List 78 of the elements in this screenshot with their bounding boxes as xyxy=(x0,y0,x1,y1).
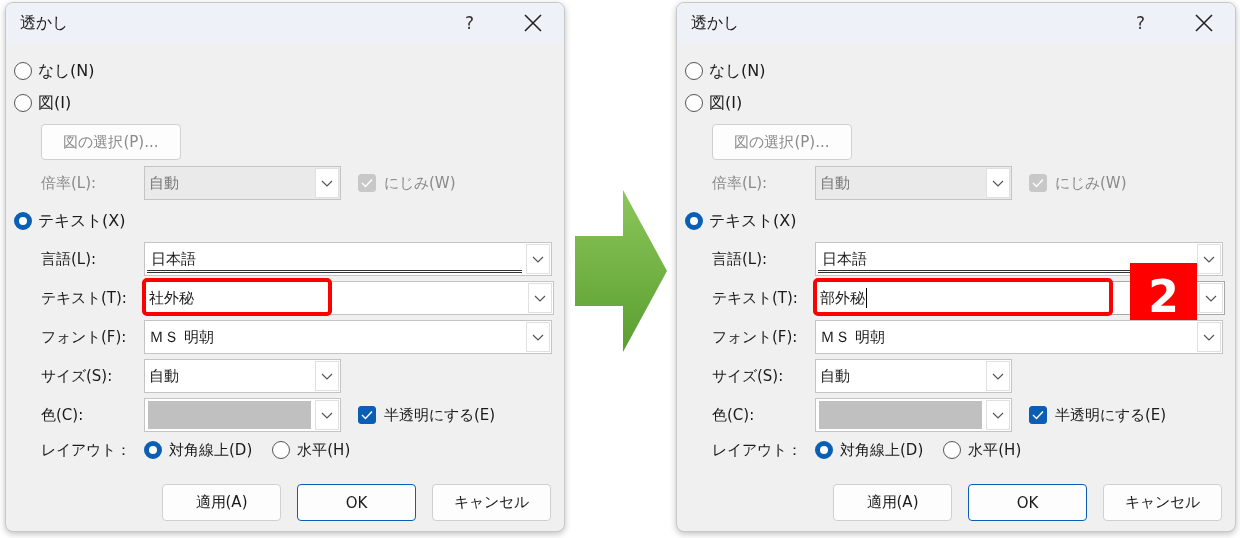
radio-label: 図(I) xyxy=(709,92,743,114)
size-dropdown[interactable]: 自動 xyxy=(815,359,1012,393)
dialog-button[interactable]: キャンセル xyxy=(1103,484,1222,521)
size-dropdown[interactable]: 自動 xyxy=(144,359,341,393)
checkmark-icon xyxy=(1032,178,1044,188)
help-button[interactable]: ? xyxy=(1135,13,1145,33)
radio-button[interactable] xyxy=(14,62,32,80)
field-label: 倍率(L): xyxy=(41,173,98,193)
dialog-button[interactable]: OK xyxy=(297,484,416,521)
language-dropdown[interactable]: 日本語 xyxy=(144,242,552,276)
chevron-icon xyxy=(992,411,1004,419)
radio-button[interactable] xyxy=(14,212,32,230)
field-label: サイズ(S): xyxy=(41,366,114,386)
field-label: 色(C): xyxy=(41,405,85,425)
field-label: 言語(L): xyxy=(712,249,769,269)
chevron-icon xyxy=(534,294,546,302)
color-dropdown[interactable] xyxy=(815,398,1012,432)
field-label: 倍率(L): xyxy=(712,173,769,193)
chevron-icon xyxy=(321,372,333,380)
radio-label: テキスト(X) xyxy=(709,210,797,232)
radio-button[interactable] xyxy=(815,441,833,459)
radio-label: テキスト(X) xyxy=(38,210,126,232)
radio-label: 図(I) xyxy=(38,92,72,114)
checkmark-icon xyxy=(1032,410,1044,420)
color-dropdown[interactable] xyxy=(144,398,341,432)
font-dropdown[interactable]: ＭＳ 明朝 xyxy=(815,320,1223,354)
field-label: レイアウト： xyxy=(41,440,132,460)
radio-button[interactable] xyxy=(685,94,703,112)
dialog-button[interactable]: OK xyxy=(968,484,1087,521)
text-input-field[interactable]: 社外秘 xyxy=(144,281,554,315)
dialog-button[interactable]: 適用(A) xyxy=(833,484,952,521)
field-label: サイズ(S): xyxy=(712,366,785,386)
radio-label: なし(N) xyxy=(38,60,95,82)
dialog-button[interactable]: 適用(A) xyxy=(162,484,281,521)
checkbox-label: 半透明にする(E) xyxy=(1055,405,1167,425)
field-label: テキスト(T): xyxy=(41,288,128,308)
radio-button[interactable] xyxy=(14,94,32,112)
checkbox[interactable] xyxy=(358,406,376,424)
field-label: フォント(F): xyxy=(712,327,799,347)
radio-button[interactable] xyxy=(685,62,703,80)
radio-label: 水平(H) xyxy=(297,440,351,460)
checkbox-label: にじみ(W) xyxy=(1055,173,1127,193)
field-label: 色(C): xyxy=(712,405,756,425)
checkmark-icon xyxy=(361,178,373,188)
help-button[interactable]: ? xyxy=(464,13,474,33)
dialog-title: 透かし xyxy=(691,12,740,34)
field-label: レイアウト： xyxy=(712,440,803,460)
chevron-icon xyxy=(1203,255,1215,263)
chevron-icon xyxy=(992,372,1004,380)
field-label: テキスト(T): xyxy=(712,288,799,308)
language-dropdown[interactable]: 日本語 xyxy=(815,242,1223,276)
checkbox-label: にじみ(W) xyxy=(384,173,456,193)
checkbox[interactable] xyxy=(1029,406,1047,424)
radio-label: 対角線上(D) xyxy=(169,440,253,460)
radio-button[interactable] xyxy=(943,441,962,459)
chevron-icon xyxy=(1203,333,1215,341)
radio-button[interactable] xyxy=(144,441,162,459)
radio-label: 水平(H) xyxy=(968,440,1022,460)
field-label: 言語(L): xyxy=(41,249,98,269)
chevron-icon xyxy=(321,411,333,419)
font-dropdown[interactable]: ＭＳ 明朝 xyxy=(144,320,552,354)
radio-label: なし(N) xyxy=(709,60,766,82)
chevron-icon xyxy=(321,179,333,187)
radio-button[interactable] xyxy=(685,212,703,230)
chevron-icon xyxy=(1205,294,1217,302)
checkmark-icon xyxy=(361,410,373,420)
dialog-title: 透かし xyxy=(20,12,69,34)
field-label: フォント(F): xyxy=(41,327,128,347)
close-icon[interactable] xyxy=(1195,14,1213,32)
close-icon[interactable] xyxy=(524,14,542,32)
radio-button[interactable] xyxy=(272,441,291,459)
arrow-icon xyxy=(574,190,667,352)
chevron-icon xyxy=(532,333,544,341)
chevron-icon xyxy=(532,255,544,263)
dialog-button[interactable]: キャンセル xyxy=(432,484,551,521)
checkbox-label: 半透明にする(E) xyxy=(384,405,496,425)
radio-label: 対角線上(D) xyxy=(840,440,924,460)
chevron-icon xyxy=(992,179,1004,187)
